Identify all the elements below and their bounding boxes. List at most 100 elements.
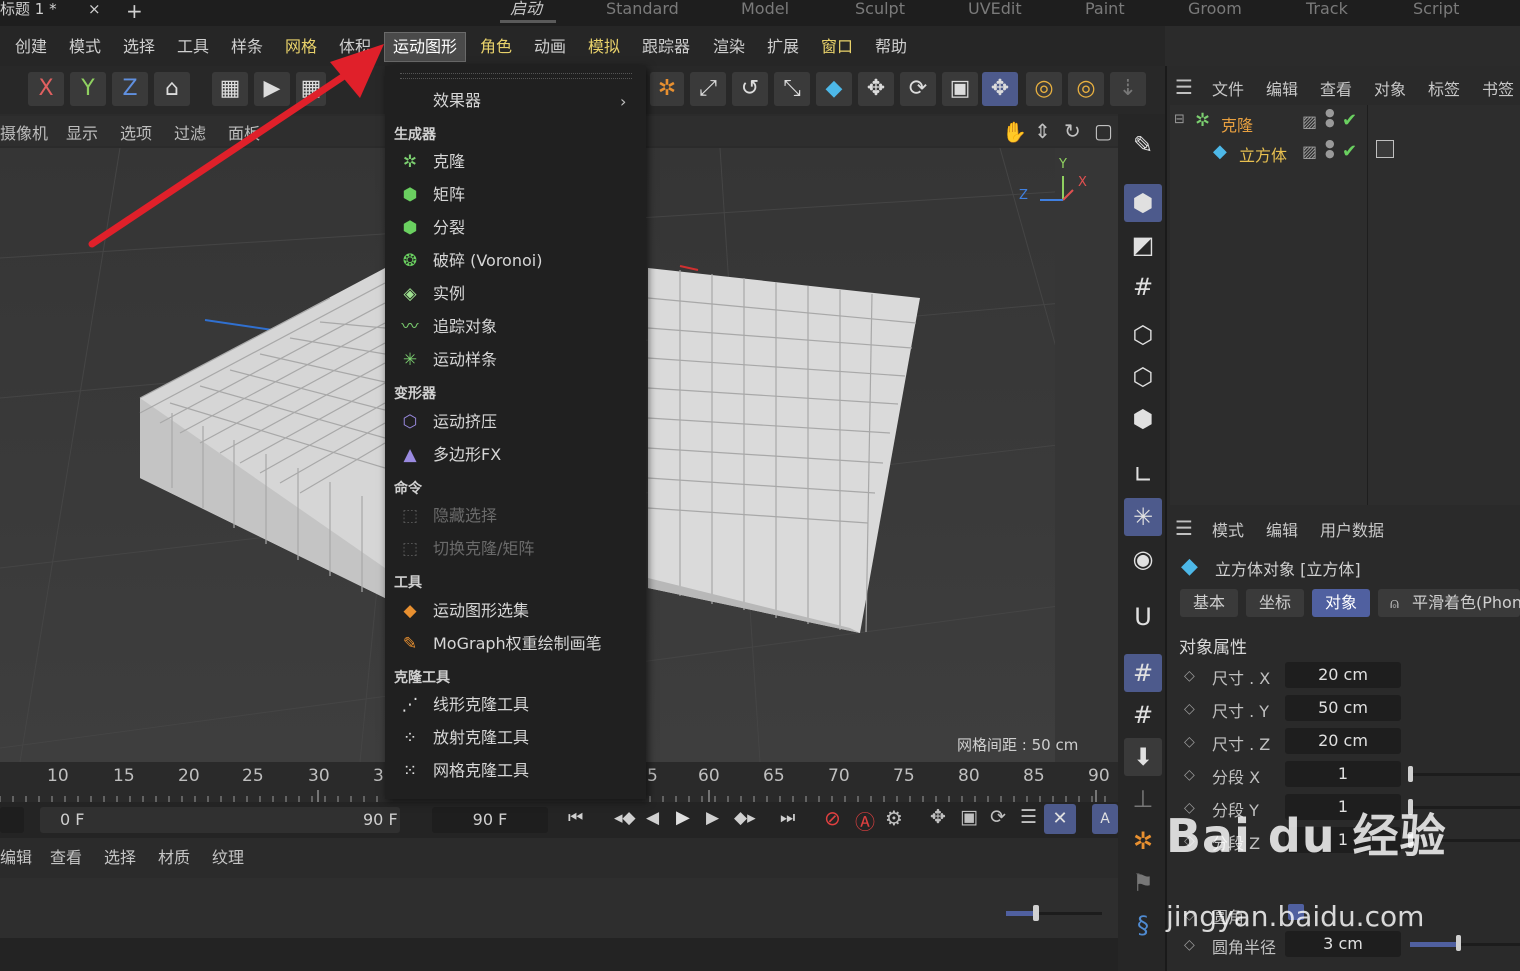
frame-range-slider[interactable]: 0 F 90 F [40,807,400,833]
menu-help[interactable]: 帮助 [875,36,907,58]
layout-tab-standard[interactable]: Standard [606,0,679,18]
menu-item-cloner[interactable]: 克隆 [433,152,465,172]
next-frame-icon[interactable]: ▶ [706,808,719,828]
menu-item-weight-paint[interactable]: MoGraph权重绘制画笔 [433,634,602,654]
menu-item-mospline[interactable]: 运动样条 [433,350,497,370]
menu-item-matrix[interactable]: 矩阵 [433,185,465,205]
menu-item-voronoi[interactable]: 破碎 (Voronoi) [433,251,542,271]
menu-item-instance[interactable]: 实例 [433,284,465,304]
current-frame-field[interactable] [0,807,24,833]
rotate-tool-icon[interactable]: ⟳ [900,72,936,106]
key-pla-icon[interactable]: ✕ [1044,804,1076,834]
menu-tools[interactable]: 工具 [177,36,209,58]
menu-item-moextrude[interactable]: 运动挤压 [433,412,497,432]
render-picture-viewer-icon[interactable]: ▶ [254,72,290,106]
om-menu-bookmarks[interactable]: 书签 [1482,76,1514,100]
menu-spline[interactable]: 样条 [231,36,263,58]
menu-mograph[interactable]: 运动图形 [393,36,457,58]
enabled-check-icon[interactable]: ✔ [1342,141,1357,162]
menu-item-fracture[interactable]: 分裂 [433,218,465,238]
menu-volume[interactable]: 体积 [339,36,371,58]
fillet-radius-field[interactable]: 3 cm [1285,931,1401,957]
key-rotation-icon[interactable]: ⟳ [990,806,1006,828]
tweak-mode-icon[interactable]: ✳ [1124,498,1162,536]
material-menu-view[interactable]: 查看 [50,844,82,868]
orbit-icon[interactable]: ↻ [1064,119,1081,143]
layout-tab-model[interactable]: Model [741,0,789,18]
menu-item-effectors[interactable]: 效果器 [433,91,481,111]
polygon-mode-icon[interactable]: ⬢ [1124,400,1162,438]
python-icon[interactable]: § [1124,906,1162,944]
segments-x-field[interactable]: 1 [1285,761,1401,787]
workplane-a-icon[interactable]: # [1124,696,1162,734]
segments-x-slider[interactable] [1410,773,1520,776]
maximize-view-icon[interactable]: ▢ [1094,119,1113,143]
visibility-dots-icon[interactable]: ● ● [1325,138,1335,159]
next-key-icon[interactable]: ◆▸ [734,808,756,828]
om-menu-object[interactable]: 对象 [1374,76,1406,100]
menu-item-mograph-selection[interactable]: 运动图形选集 [433,601,529,621]
viewport-menu-camera[interactable]: 摄像机 [0,120,48,144]
scale-box-icon[interactable]: ▣ [942,72,978,106]
material-menu-edit[interactable]: 编辑 [0,844,32,868]
viewport-menu-filter[interactable]: 过滤 [174,120,206,144]
menu-create[interactable]: 创建 [15,36,47,58]
enabled-check-icon[interactable]: ✔ [1342,110,1357,131]
menu-simulate[interactable]: 模拟 [588,36,620,58]
cube-object-icon[interactable]: ◆ [816,72,852,106]
texture-mode-icon[interactable]: ◩ [1124,226,1162,264]
menu-window[interactable]: 窗口 [821,36,853,58]
tab-coord[interactable]: 坐标 [1246,589,1304,617]
key-settings-icon[interactable]: ⚙ [885,806,903,830]
drop-icon[interactable]: ⇣ [1110,72,1146,106]
keyframe-diamond-icon[interactable]: ◇ [1184,767,1195,783]
layout-tab-paint[interactable]: Paint [1085,0,1125,18]
key-mode-icon[interactable]: A [1092,804,1118,834]
om-menu-edit[interactable]: 编辑 [1266,76,1298,100]
drop-to-floor-icon[interactable]: ⬇ [1124,738,1162,776]
layer-icon[interactable]: ▨ [1302,112,1317,131]
phong-tag-icon[interactable] [1376,140,1394,158]
model-mode-icon[interactable]: ⬢ [1124,184,1162,222]
edge-mode-icon[interactable]: ⬡ [1124,358,1162,396]
settings-gear-icon[interactable]: ✲ [1124,822,1162,860]
lock-x-axis-button[interactable]: X [28,72,64,106]
hamburger-menu-icon[interactable]: ☰ [1175,516,1193,540]
render-settings-icon[interactable]: ▦ [296,72,326,106]
menu-mode[interactable]: 模式 [69,36,101,58]
edit-mode-icon[interactable]: ✎ [1124,126,1162,164]
menu-item-radial-clone[interactable]: 放射克隆工具 [433,728,529,748]
axis-corner-icon[interactable]: ⤡ [774,72,810,106]
material-list-area[interactable] [0,878,1118,938]
menu-item-polyfx[interactable]: 多边形FX [433,445,501,465]
am-menu-userdata[interactable]: 用户数据 [1320,517,1384,541]
material-zoom-handle[interactable] [1033,905,1039,921]
keyframe-diamond-icon[interactable]: ◇ [1184,701,1195,717]
om-menu-file[interactable]: 文件 [1212,76,1244,100]
fillet-radius-handle[interactable] [1456,935,1461,951]
rotate-reset-icon[interactable]: ↺ [732,72,768,106]
key-position-icon[interactable]: ✥ [930,806,946,828]
collapse-toggle-icon[interactable]: ⊟ [1174,112,1185,127]
add-tab-icon[interactable]: + [126,0,143,23]
hamburger-menu-icon[interactable]: ☰ [1175,75,1193,99]
keyframe-diamond-icon[interactable]: ◇ [1184,937,1195,953]
layer-icon[interactable]: ▨ [1302,142,1317,161]
prev-key-icon[interactable]: ◂◆ [614,808,636,828]
om-menu-tags[interactable]: 标签 [1428,76,1460,100]
document-tab-title[interactable]: 标题 1 * [0,0,57,18]
snap-icon[interactable]: ✲ [650,72,684,106]
flag-icon[interactable]: ⚑ [1124,864,1162,902]
record-keys-icon[interactable]: ⊘ [824,806,841,830]
menu-select[interactable]: 选择 [123,36,155,58]
pan-hand-icon[interactable]: ✋ [1002,120,1027,144]
am-menu-mode[interactable]: 模式 [1212,517,1244,541]
layout-tab-groom[interactable]: Groom [1188,0,1242,18]
visibility-dots-icon[interactable]: ● ● [1325,107,1335,128]
am-menu-edit[interactable]: 编辑 [1266,517,1298,541]
keyframe-diamond-icon[interactable]: ◇ [1184,734,1195,750]
keyframe-diamond-icon[interactable]: ◇ [1184,668,1195,684]
menu-item-linear-clone[interactable]: 线形克隆工具 [433,695,529,715]
viewport-menu-panel[interactable]: 面板 [228,120,260,144]
size-z-field[interactable]: 20 cm [1285,728,1401,754]
